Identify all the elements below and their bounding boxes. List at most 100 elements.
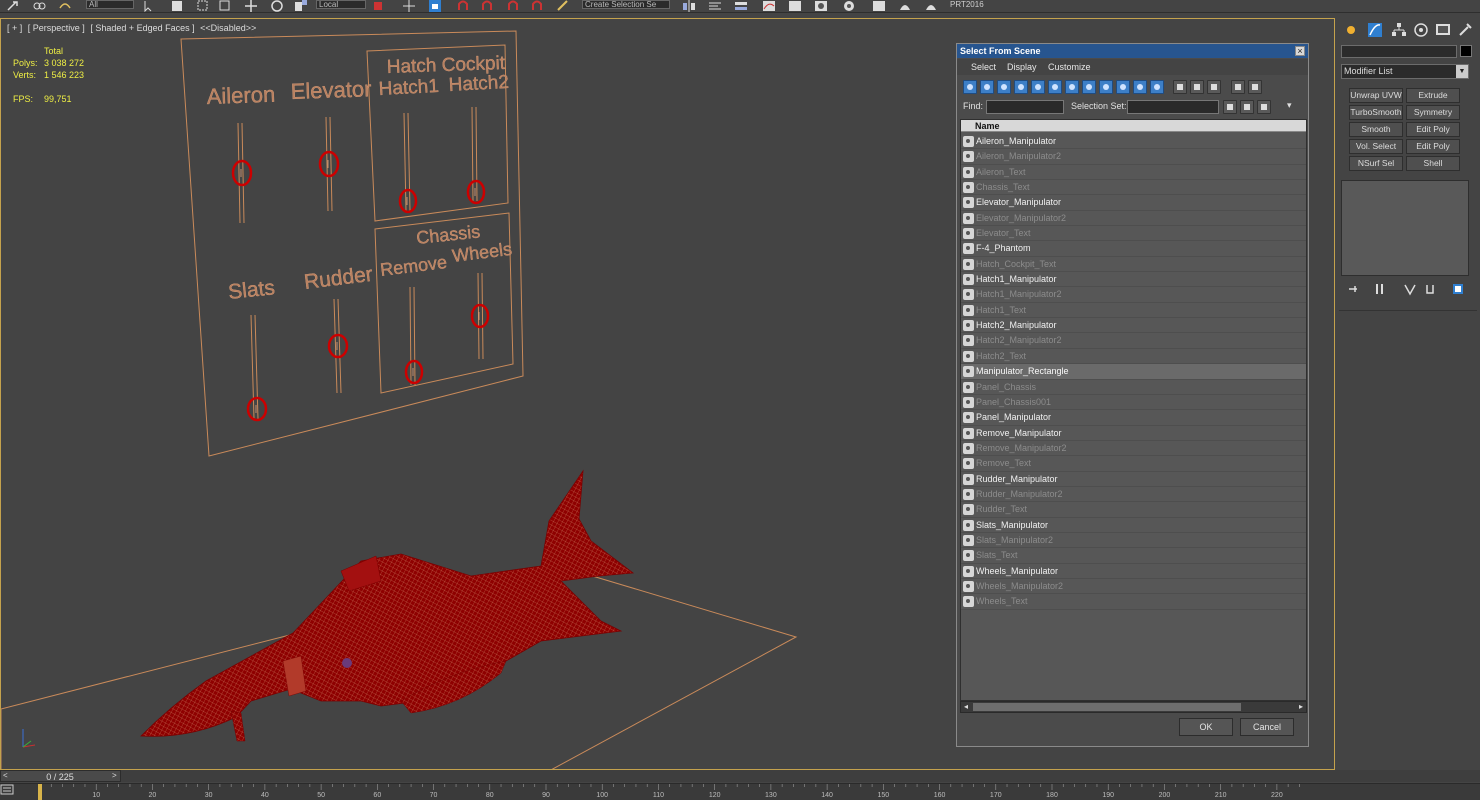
edit-poly-button[interactable]: Edit Poly bbox=[1406, 122, 1460, 137]
display-frozen-icon[interactable] bbox=[1133, 80, 1147, 94]
rectangular-selection-icon[interactable] bbox=[196, 0, 210, 12]
object-row[interactable]: Panel_Manipulator bbox=[961, 410, 1306, 426]
pivot-center-icon[interactable] bbox=[372, 0, 386, 12]
keyboard-shortcut-override-icon[interactable] bbox=[428, 0, 442, 12]
object-row[interactable]: Elevator_Manipulator2 bbox=[961, 211, 1306, 227]
percent-snap-icon[interactable] bbox=[506, 0, 520, 12]
f4-phantom-model[interactable] bbox=[140, 469, 635, 742]
object-row[interactable]: Panel_Chassis bbox=[961, 380, 1306, 395]
elevator-slider-handle[interactable] bbox=[318, 150, 340, 178]
modifier-list-dropdown[interactable]: Modifier List ▼ bbox=[1341, 64, 1469, 79]
make-unique-icon[interactable] bbox=[1403, 282, 1417, 296]
mirror-icon[interactable] bbox=[682, 0, 696, 12]
next-frame-icon[interactable]: > bbox=[112, 771, 117, 780]
utilities-panel-icon[interactable] bbox=[1457, 22, 1473, 38]
display-groups-icon[interactable] bbox=[1065, 80, 1079, 94]
edit-named-selection-icon[interactable] bbox=[556, 0, 570, 12]
scrollbar-thumb[interactable] bbox=[973, 703, 1241, 711]
object-row[interactable]: Hatch1_Text bbox=[961, 303, 1306, 319]
object-row[interactable]: Hatch2_Text bbox=[961, 349, 1306, 365]
selection-set-edit-icon[interactable] bbox=[1257, 100, 1271, 114]
selection-filter-dropdown[interactable]: All bbox=[86, 0, 134, 9]
chevron-down-icon[interactable]: ▼ bbox=[1456, 65, 1468, 78]
chevron-down-icon[interactable]: ▾ bbox=[1287, 100, 1292, 111]
scroll-right-icon[interactable]: ▸ bbox=[1296, 702, 1306, 712]
object-row[interactable]: Slats_Manipulator bbox=[961, 518, 1306, 533]
select-all-icon[interactable] bbox=[1173, 80, 1187, 94]
object-row[interactable]: F-4_Phantom bbox=[961, 241, 1306, 257]
object-row[interactable]: Aileron_Text bbox=[961, 165, 1306, 181]
render-iterative-icon[interactable] bbox=[924, 0, 938, 12]
display-lights-icon[interactable] bbox=[997, 80, 1011, 94]
object-row[interactable]: Remove_Text bbox=[961, 456, 1306, 472]
display-cameras-icon[interactable] bbox=[1014, 80, 1028, 94]
unlink-icon[interactable] bbox=[32, 0, 46, 12]
menu-display[interactable]: Display bbox=[1007, 62, 1037, 72]
render-production-icon[interactable] bbox=[898, 0, 912, 12]
select-manipulate-icon[interactable] bbox=[402, 0, 416, 12]
filter-options-icon[interactable] bbox=[1248, 80, 1262, 94]
object-row[interactable]: Chassis_Text bbox=[961, 180, 1306, 196]
object-row[interactable]: Hatch2_Manipulator bbox=[961, 318, 1306, 334]
object-row[interactable]: Elevator_Text bbox=[961, 226, 1306, 242]
display-geometry-icon[interactable] bbox=[963, 80, 977, 94]
object-row[interactable]: Rudder_Manipulator2 bbox=[961, 487, 1306, 503]
object-row[interactable]: Aileron_Manipulator bbox=[961, 134, 1306, 150]
display-hidden-icon[interactable] bbox=[1150, 80, 1164, 94]
unwrap-uvw-button[interactable]: Unwrap UVW bbox=[1349, 88, 1403, 103]
scroll-left-icon[interactable]: ◂ bbox=[961, 702, 971, 712]
time-slider[interactable]: < 0 / 225 > bbox=[0, 770, 121, 782]
object-row[interactable]: Slats_Manipulator2 bbox=[961, 533, 1306, 549]
display-bones-icon[interactable] bbox=[1099, 80, 1113, 94]
turbosmooth-button[interactable]: TurboSmooth bbox=[1349, 105, 1403, 120]
display-spacewarps-icon[interactable] bbox=[1048, 80, 1062, 94]
select-by-name-icon[interactable] bbox=[170, 0, 184, 12]
spinner-snap-icon[interactable] bbox=[530, 0, 544, 12]
display-helpers-icon[interactable] bbox=[1031, 80, 1045, 94]
rendered-frame-window-icon[interactable] bbox=[872, 0, 886, 12]
smooth-button[interactable]: Smooth bbox=[1349, 122, 1403, 137]
create-panel-icon[interactable] bbox=[1343, 22, 1359, 38]
name-column-header[interactable]: Name bbox=[961, 120, 1306, 132]
edit-poly-button-2[interactable]: Edit Poly bbox=[1406, 139, 1460, 154]
find-input[interactable] bbox=[986, 100, 1064, 114]
object-row[interactable]: Aileron_Manipulator2 bbox=[961, 149, 1306, 165]
select-link-icon[interactable] bbox=[6, 0, 20, 12]
select-none-icon[interactable] bbox=[1190, 80, 1204, 94]
aileron-slider-handle[interactable] bbox=[231, 159, 253, 187]
display-shapes-icon[interactable] bbox=[980, 80, 994, 94]
object-row[interactable]: Remove_Manipulator bbox=[961, 426, 1306, 441]
object-row[interactable]: Wheels_Manipulator bbox=[961, 564, 1306, 579]
selection-set-remove-icon[interactable] bbox=[1240, 100, 1254, 114]
object-row[interactable]: Elevator_Manipulator bbox=[961, 195, 1306, 211]
ok-button[interactable]: OK bbox=[1179, 718, 1233, 736]
horizontal-scrollbar[interactable]: ◂ ▸ bbox=[960, 701, 1307, 713]
time-slider-track[interactable]: < 0 / 225 > bbox=[0, 770, 1480, 782]
track-bar[interactable]: 10 20 30 40 50 60 70 80 90 100 110 120 130 140 150 160 1… bbox=[0, 783, 1480, 800]
nsurf-sel-button[interactable]: NSurf Sel bbox=[1349, 156, 1403, 171]
wheels-slider-handle[interactable] bbox=[470, 303, 490, 329]
object-color-swatch[interactable] bbox=[1460, 45, 1472, 57]
extrude-button[interactable]: Extrude bbox=[1406, 88, 1460, 103]
configure-modifier-sets-icon[interactable] bbox=[1451, 282, 1465, 296]
bind-spacewarp-icon[interactable] bbox=[58, 0, 72, 12]
modify-panel-icon[interactable] bbox=[1367, 22, 1383, 38]
selection-set-dropdown[interactable] bbox=[1127, 100, 1219, 114]
remove-slider-handle[interactable] bbox=[404, 359, 424, 385]
object-row[interactable]: Hatch_Cockpit_Text bbox=[961, 257, 1306, 273]
object-name-field[interactable] bbox=[1341, 45, 1457, 58]
object-row[interactable]: Hatch2_Manipulator2 bbox=[961, 333, 1306, 349]
object-row[interactable]: Manipulator_Rectangle bbox=[961, 364, 1306, 380]
object-row[interactable]: Wheels_Manipulator2 bbox=[961, 579, 1306, 595]
previous-frame-icon[interactable]: < bbox=[3, 771, 8, 780]
pin-stack-icon[interactable] bbox=[1347, 282, 1361, 296]
curve-editor-icon[interactable] bbox=[762, 0, 776, 12]
display-containers-icon[interactable] bbox=[1116, 80, 1130, 94]
named-selection-sets-dropdown[interactable]: Create Selection Se bbox=[582, 0, 670, 9]
select-invert-icon[interactable] bbox=[1207, 80, 1221, 94]
motion-panel-icon[interactable] bbox=[1413, 22, 1429, 38]
vol-select-button[interactable]: Vol. Select bbox=[1349, 139, 1403, 154]
object-row[interactable]: Wheels_Text bbox=[961, 594, 1306, 610]
object-row[interactable]: Rudder_Text bbox=[961, 502, 1306, 518]
render-setup-icon[interactable] bbox=[842, 0, 856, 12]
